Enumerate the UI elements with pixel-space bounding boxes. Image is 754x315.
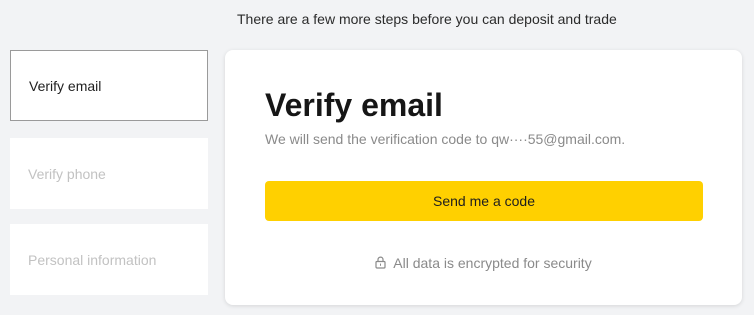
step-label: Personal information (28, 251, 157, 268)
page-title: Verify email (265, 87, 443, 123)
verification-instructions: We will send the verification code to qw… (265, 131, 626, 147)
step-verify-phone[interactable]: Verify phone (10, 138, 208, 209)
security-text: All data is encrypted for security (393, 255, 592, 271)
step-label: Verify phone (28, 165, 106, 182)
step-label: Verify email (29, 77, 102, 94)
steps-remaining-message: There are a few more steps before you ca… (237, 11, 617, 27)
step-verify-email[interactable]: Verify email (10, 50, 208, 121)
security-notice: All data is encrypted for security (225, 255, 742, 272)
step-personal-information[interactable]: Personal information (10, 224, 208, 295)
send-code-button[interactable]: Send me a code (265, 181, 703, 221)
verify-email-card: Verify email We will send the verificati… (225, 50, 742, 305)
lock-icon (375, 256, 386, 272)
